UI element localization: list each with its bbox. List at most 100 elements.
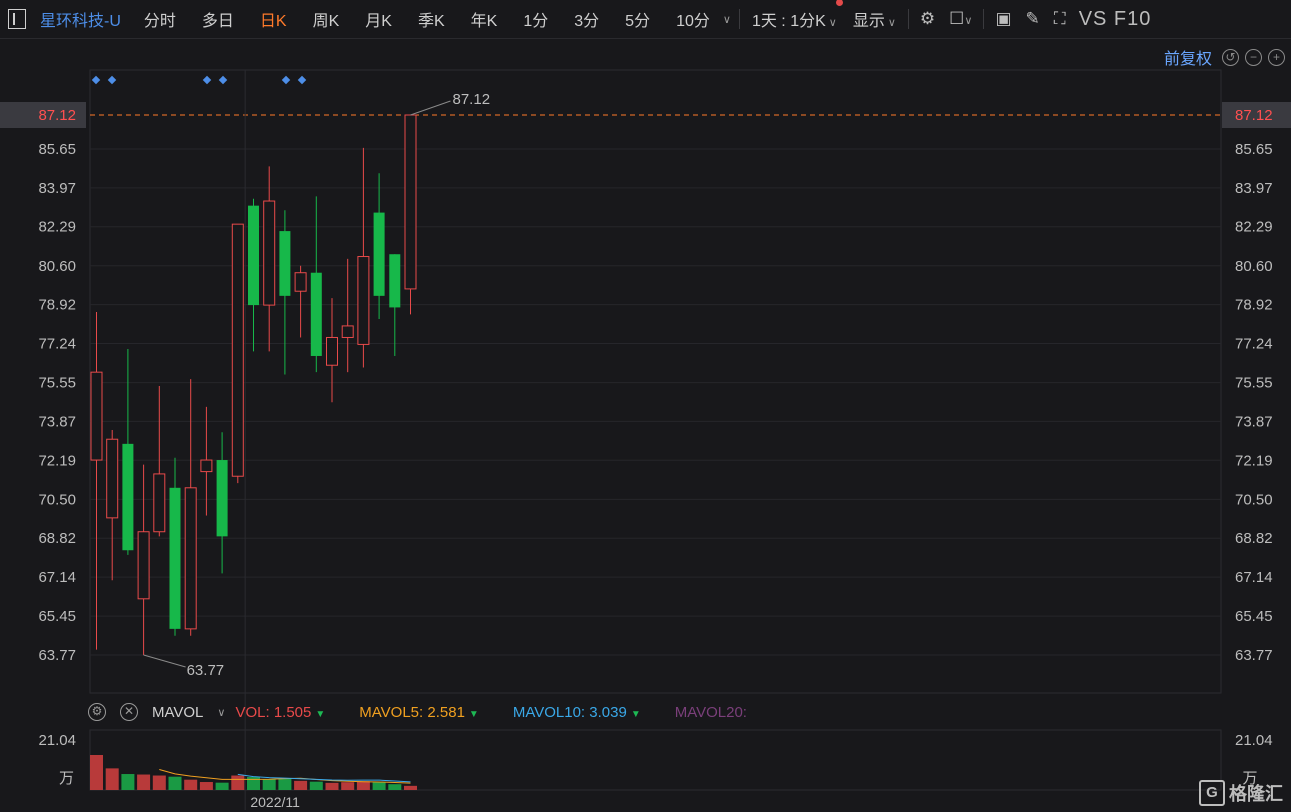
chevron-down-icon: ∨: [887, 17, 896, 29]
tab-period-active[interactable]: 日K: [247, 7, 300, 31]
event-marker-icon: [107, 75, 117, 85]
y-tick-label: 83.97: [38, 180, 76, 197]
event-marker-icon: [218, 75, 228, 85]
candle: [373, 173, 385, 319]
candle-body: [326, 336, 338, 366]
candle: [216, 432, 228, 574]
candle: [263, 166, 276, 352]
candle: [326, 298, 338, 403]
tab-period[interactable]: 季K: [405, 7, 458, 31]
y-tick-label: 73.87: [38, 413, 76, 430]
sidebar-toggle-icon[interactable]: [8, 9, 26, 29]
display-select[interactable]: 显示 ∨: [845, 7, 904, 31]
volume-bar: [278, 778, 292, 790]
y-tick-label: 68.82: [38, 530, 76, 547]
x-tick-label: 2022/11: [250, 794, 300, 810]
display-select-label: 显示: [852, 13, 885, 30]
y-tick-label: 75.55: [38, 375, 76, 392]
volume-bar: [215, 782, 229, 790]
tab-period[interactable]: 分时: [131, 7, 189, 31]
tab-period[interactable]: 3分: [561, 7, 612, 31]
divider: [738, 9, 740, 29]
close-icon[interactable]: ✕: [120, 703, 138, 721]
candle-body: [90, 371, 103, 461]
candle: [341, 258, 354, 373]
candle: [122, 349, 134, 555]
candle: [137, 464, 150, 655]
tab-period[interactable]: 多日: [189, 7, 247, 31]
event-marker-icon: [297, 75, 307, 85]
candle: [153, 386, 166, 537]
stock-symbol[interactable]: 星环科技-U: [40, 7, 121, 31]
candle-body: [389, 254, 401, 308]
y-tick-label: 70.50: [1235, 491, 1273, 508]
candle-body: [279, 231, 291, 296]
price-tag-bg: [0, 102, 86, 128]
chevron-down-icon[interactable]: ∨: [217, 706, 225, 719]
zoom-out-icon[interactable]: −: [1245, 48, 1262, 66]
indicator-name[interactable]: MAVOL: [152, 704, 203, 721]
y-tick-label: 65.45: [1235, 608, 1273, 625]
interval-select[interactable]: 1天 : 1分K ∨: [744, 0, 845, 31]
y-tick-label: 87.12: [1235, 107, 1273, 124]
zoom-in-icon[interactable]: +: [1268, 48, 1285, 66]
candle-body: [106, 438, 119, 519]
pencil-icon[interactable]: ✎: [1019, 9, 1047, 29]
candle-body: [294, 272, 307, 292]
y-tick-label: 72.19: [38, 452, 76, 469]
gear-icon[interactable]: ⚙: [88, 703, 106, 721]
down-arrow-icon: ▼: [468, 708, 479, 720]
y-tick-label: 82.29: [1235, 219, 1273, 236]
low-leader-line: [143, 654, 186, 668]
volume-bar: [356, 781, 370, 790]
volume-bar: [262, 779, 276, 790]
tab-period[interactable]: 周K: [300, 7, 353, 31]
chevron-down-icon[interactable]: ∨: [723, 13, 731, 26]
candle-body: [310, 272, 322, 356]
plot-frame: [89, 69, 1222, 694]
y-tick-label: 67.14: [38, 569, 76, 586]
volume-unit: 万: [59, 770, 74, 787]
tab-period[interactable]: 年K: [458, 7, 511, 31]
gear-icon[interactable]: ⚙: [913, 9, 942, 29]
volume-bar: [294, 780, 308, 790]
price-tag-bg: [1222, 102, 1291, 128]
tab-period[interactable]: 10分: [663, 7, 723, 31]
volume-bar: [404, 785, 417, 790]
volume-bar: [231, 775, 245, 790]
fullscreen-icon[interactable]: ⛶: [1047, 9, 1073, 29]
vs-f10-button[interactable]: VS F10: [1073, 8, 1158, 31]
y-tick-label: 80.60: [38, 258, 76, 275]
y-tick-label: 67.14: [1235, 569, 1273, 586]
candlestick-chart[interactable]: 87.12 87.12 85.65 85.65 83.97 83.97 82.29 82.29…: [0, 0, 1291, 812]
candle: [106, 429, 119, 581]
top-toolbar: 星环科技-U 分时 多日 日K 周K 月K 季K 年K 1分 3分 5分 10分…: [0, 0, 1291, 39]
y-tick-label: 85.65: [38, 141, 76, 158]
volume-bar: [137, 774, 151, 790]
candle: [279, 210, 291, 375]
volume-bar: [105, 768, 119, 790]
mavol5-line: [159, 769, 411, 784]
volume-bar: [341, 782, 355, 790]
y-tick-label: 77.24: [38, 335, 76, 352]
candle-body: [373, 212, 385, 296]
y-tick-label: 77.24: [1235, 335, 1273, 352]
volume-bar: [325, 782, 339, 790]
undo-icon[interactable]: ↺: [1222, 48, 1239, 66]
mavol10-line: [237, 773, 411, 783]
tab-period[interactable]: 5分: [612, 7, 663, 31]
y-tick-label: 82.29: [38, 219, 76, 236]
mavol10-readout: MAVOL10: 3.039 ▼: [513, 704, 641, 721]
y-tick-label: 75.55: [1235, 375, 1273, 392]
tab-period[interactable]: 月K: [352, 7, 405, 31]
camera-icon[interactable]: ▣: [988, 9, 1018, 29]
tab-period[interactable]: 1分: [510, 7, 561, 31]
adjust-mode-button[interactable]: 前复权: [1164, 45, 1212, 69]
layout-square-icon[interactable]: ☐∨: [942, 9, 979, 29]
vol-label: VOL:: [235, 703, 270, 721]
mavol5-value: 2.581: [427, 703, 465, 721]
low-label: 63.77: [187, 662, 225, 679]
candle-body: [216, 460, 228, 537]
y-tick-label: 73.87: [1235, 413, 1273, 430]
y-tick-label: 83.97: [1235, 180, 1273, 197]
